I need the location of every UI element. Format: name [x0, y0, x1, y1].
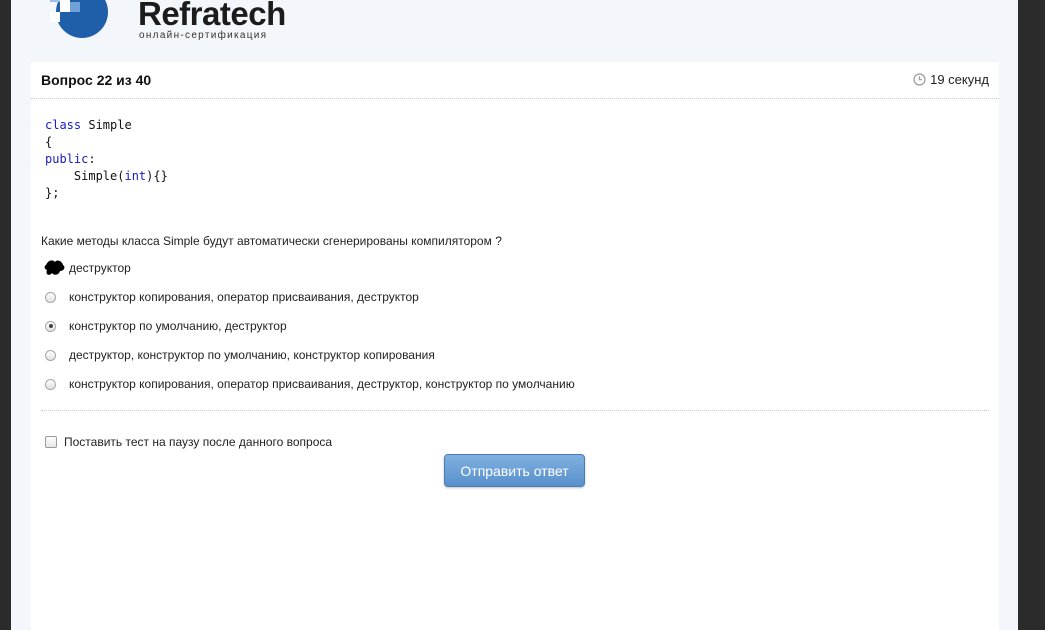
- radio-button[interactable]: [45, 349, 56, 361]
- code-line: {: [45, 135, 53, 149]
- question-text: Какие методы класса Simple будут автомат…: [41, 234, 502, 248]
- code-keyword: class: [45, 118, 82, 132]
- answer-option[interactable]: конструктор по умолчанию, деструктор: [45, 316, 287, 336]
- page: Refratech онлайн-сертификация Вопрос 22 …: [11, 0, 1018, 630]
- pause-option[interactable]: Поставить тест на паузу после данного во…: [45, 435, 332, 449]
- submit-answer-button[interactable]: Отправить ответ: [444, 454, 585, 487]
- code-line: class Simple: [45, 118, 132, 132]
- answer-option[interactable]: деструктор, конструктор по умолчанию, ко…: [45, 345, 435, 365]
- code-line: Simple(int){}: [45, 169, 168, 183]
- window-left-edge: [0, 0, 11, 630]
- answer-option[interactable]: конструктор копирования, оператор присва…: [45, 374, 575, 394]
- code-line: public:: [45, 152, 96, 166]
- code-keyword: int: [124, 169, 147, 183]
- answer-option[interactable]: конструктор копирования, оператор присва…: [45, 287, 419, 307]
- radio-button[interactable]: [45, 378, 56, 390]
- radio-button-selected[interactable]: [45, 320, 56, 332]
- logo-subtitle: онлайн-сертификация: [139, 30, 268, 41]
- clock-icon: [913, 73, 926, 86]
- code-keyword: public: [45, 152, 89, 166]
- radio-button[interactable]: [45, 291, 56, 303]
- scribble-mark-icon: [44, 260, 65, 275]
- question-header: Вопрос 22 из 40 19 секунд: [31, 62, 999, 99]
- window-right-edge: [1018, 0, 1045, 630]
- pause-checkbox[interactable]: [45, 436, 57, 448]
- answer-option-label: конструктор копирования, оператор присва…: [69, 377, 575, 391]
- pause-label: Поставить тест на паузу после данного во…: [64, 435, 333, 449]
- code-block: class Simple { public: Simple(int){} };: [45, 117, 168, 202]
- timer: 19 секунд: [913, 72, 989, 87]
- answer-option-label: деструктор: [69, 261, 131, 275]
- timer-value: 19 секунд: [930, 72, 989, 87]
- logo: Refratech онлайн-сертификация: [40, 0, 300, 46]
- question-card: Вопрос 22 из 40 19 секунд class Simple {…: [31, 62, 999, 630]
- code-line: };: [45, 186, 60, 200]
- logo-mark-icon: [50, 0, 108, 38]
- answer-option-label: конструктор по умолчанию, деструктор: [69, 319, 287, 333]
- answer-option-label: деструктор, конструктор по умолчанию, ко…: [69, 348, 435, 362]
- answer-option[interactable]: деструктор: [44, 258, 131, 278]
- answer-option-label: конструктор копирования, оператор присва…: [69, 290, 419, 304]
- divider: [41, 410, 989, 411]
- question-counter: Вопрос 22 из 40: [41, 72, 152, 88]
